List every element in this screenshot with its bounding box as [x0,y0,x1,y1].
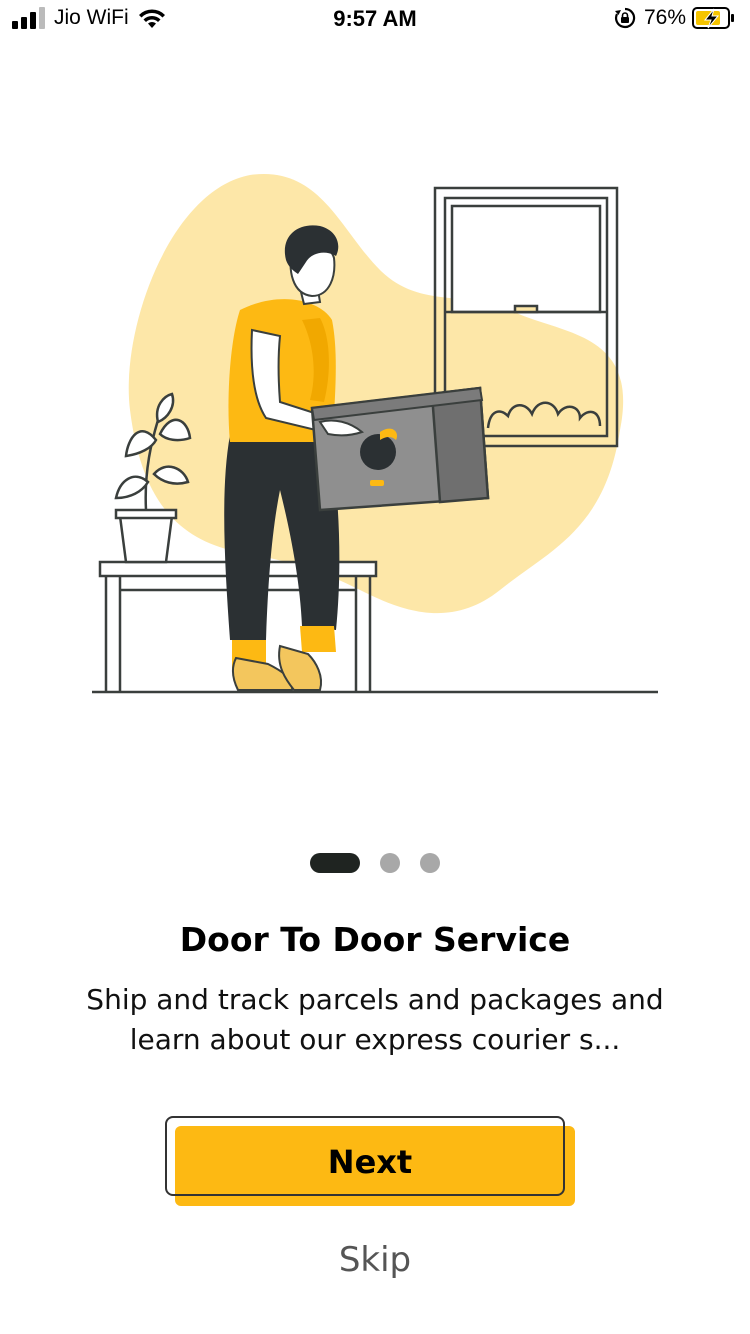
orientation-lock-icon [614,7,636,29]
status-bar-right: 76% [614,6,736,30]
battery-percent: 76% [643,6,686,29]
delivery-man-illustration [92,173,658,694]
page-dot-2[interactable] [380,853,400,873]
onboarding-title: Door To Door Service [179,920,571,959]
onboarding-description: Ship and track parcels and packages and … [86,983,664,1056]
skip-button[interactable]: Skip [0,1240,750,1280]
next-button[interactable]: Next [165,1116,575,1206]
status-bar: Jio WiFi 9:57 AM 76% [0,0,750,40]
page-dot-1-active[interactable] [310,853,360,873]
page-dot-3[interactable] [420,853,440,873]
next-button-label: Next [327,1143,413,1181]
page-indicator [0,853,750,873]
battery-charging-icon [692,7,734,29]
onboarding-screen: Jio WiFi 9:57 AM 76% Door To Door Servic… [0,0,750,1334]
